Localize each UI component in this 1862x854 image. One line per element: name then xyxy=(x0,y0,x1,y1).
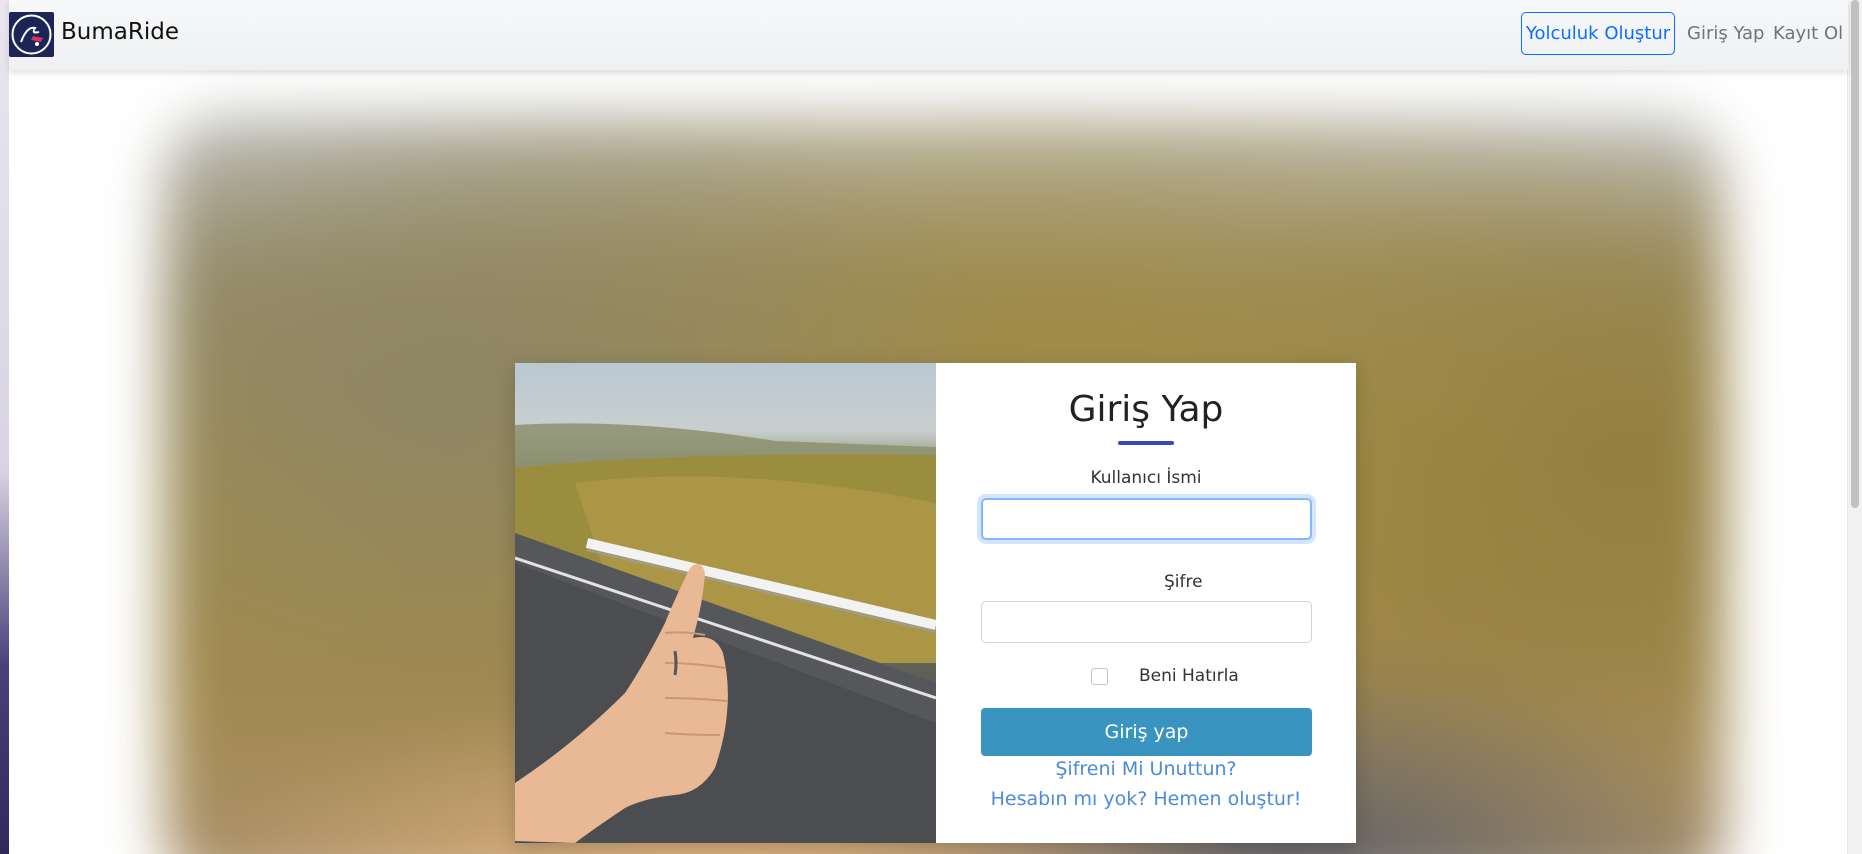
nav-register-link[interactable]: Kayıt Ol xyxy=(1773,23,1843,44)
window-edge xyxy=(0,0,9,854)
login-card: Giriş Yap Kullanıcı İsmi Şifre Beni Hatı… xyxy=(515,363,1356,843)
login-title: Giriş Yap xyxy=(1068,389,1224,430)
page-scrollbar[interactable] xyxy=(1847,0,1862,854)
username-label: Kullanıcı İsmi xyxy=(1090,468,1202,488)
forgot-password-link[interactable]: Şifreni Mi Unuttun? xyxy=(936,758,1356,780)
title-underline xyxy=(1118,441,1174,445)
login-form: Giriş Yap Kullanıcı İsmi Şifre Beni Hatı… xyxy=(936,363,1356,843)
remember-me-label[interactable]: Beni Hatırla xyxy=(1139,666,1239,686)
remember-me-checkbox[interactable] xyxy=(1091,668,1108,685)
hitchhiker-logo-icon[interactable] xyxy=(9,12,54,57)
password-label: Şifre xyxy=(1164,572,1203,592)
scrollbar-thumb[interactable] xyxy=(1851,0,1859,508)
hitchhiker-photo xyxy=(515,363,936,843)
login-submit-button[interactable]: Giriş yap xyxy=(981,708,1312,756)
brand-name[interactable]: BumaRide xyxy=(61,19,179,45)
create-ride-button[interactable]: Yolculuk Oluştur xyxy=(1521,12,1675,55)
username-input[interactable] xyxy=(981,498,1312,540)
nav-login-link[interactable]: Giriş Yap xyxy=(1687,23,1764,44)
top-navbar: BumaRide Yolculuk Oluştur Giriş Yap Kayı… xyxy=(9,0,1848,70)
signup-link[interactable]: Hesabın mı yok? Hemen oluştur! xyxy=(936,788,1356,810)
login-hero: Giriş Yap Kullanıcı İsmi Şifre Beni Hatı… xyxy=(9,70,1848,854)
password-input[interactable] xyxy=(981,601,1312,643)
